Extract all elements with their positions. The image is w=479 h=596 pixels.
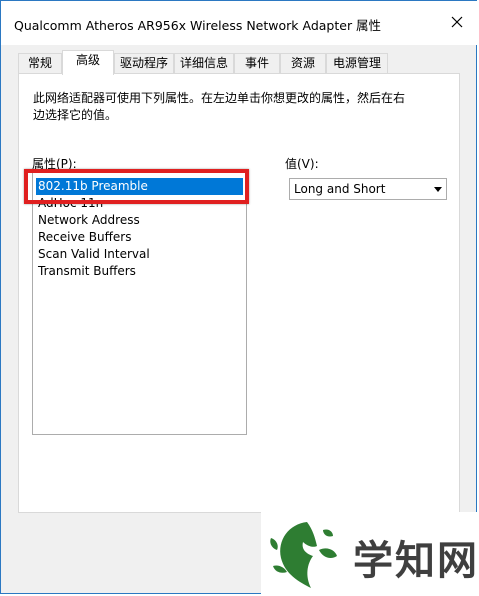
window-title: Qualcomm Atheros AR956x Wireless Network… [14, 18, 382, 33]
leaf-logo-icon [270, 522, 337, 588]
tab-power-management[interactable]: 电源管理 [326, 53, 388, 73]
list-item[interactable]: Transmit Buffers [36, 263, 243, 280]
list-item[interactable]: 802.11b Preamble [36, 178, 243, 195]
description-text: 此网络适配器可使用下列属性。在左边单击你想更改的属性，然后在右边选择它的值。 [33, 91, 406, 122]
close-icon [451, 16, 463, 28]
list-item[interactable]: Network Address [36, 212, 243, 229]
title-bar[interactable]: Qualcomm Atheros AR956x Wireless Network… [1, 1, 478, 45]
list-item[interactable]: Receive Buffers [36, 229, 243, 246]
watermark-text: 学知网 [353, 538, 479, 584]
value-dropdown[interactable]: Long and Short [289, 178, 447, 200]
tab-driver[interactable]: 驱动程序 [114, 53, 174, 73]
list-item[interactable]: Scan Valid Interval [36, 246, 243, 263]
close-button[interactable] [442, 7, 472, 37]
tab-resources[interactable]: 资源 [280, 53, 326, 73]
tab-details[interactable]: 详细信息 [174, 53, 234, 73]
tab-advanced[interactable]: 高级 [62, 50, 114, 75]
property-list[interactable]: 802.11b Preamble AdHoc 11n Network Addre… [32, 171, 247, 435]
tab-events[interactable]: 事件 [234, 53, 280, 73]
value-selected-text: Long and Short [294, 182, 386, 196]
advanced-panel: 此网络适配器可使用下列属性。在左边单击你想更改的属性，然后在右边选择它的值。 属… [18, 73, 460, 513]
tab-general[interactable]: 常规 [18, 53, 62, 73]
properties-window: Qualcomm Atheros AR956x Wireless Network… [0, 0, 478, 594]
chevron-down-icon [434, 187, 442, 192]
watermark: 学知网 [261, 512, 479, 596]
property-label: 属性(P): [32, 157, 77, 171]
list-item[interactable]: AdHoc 11n [36, 195, 243, 212]
value-label: 值(V): [285, 157, 319, 171]
